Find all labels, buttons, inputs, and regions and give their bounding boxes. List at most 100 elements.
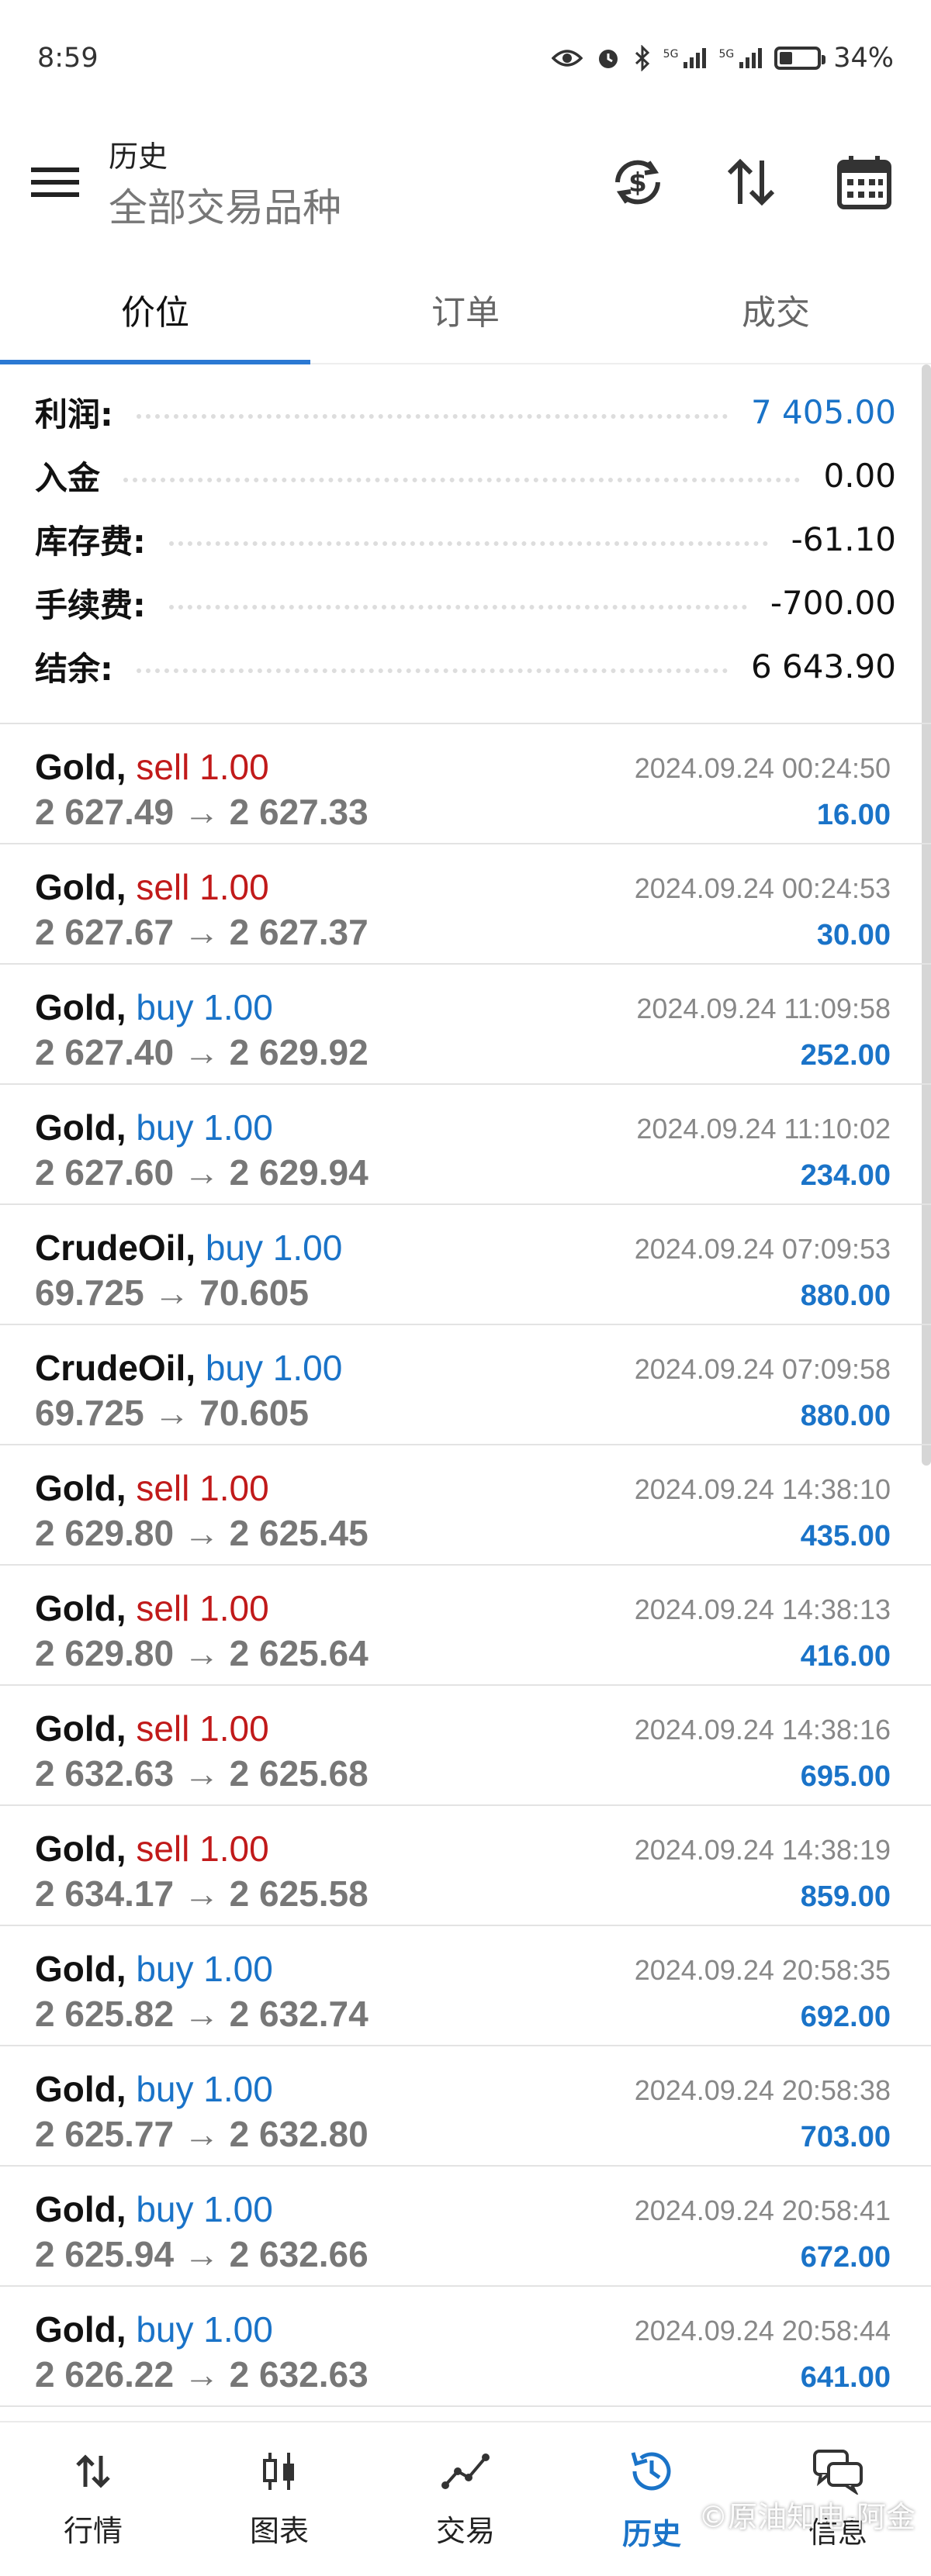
trade-time: 2024.09.24 07:09:53	[634, 1233, 891, 1265]
currency-refresh-icon[interactable]: $	[608, 153, 667, 212]
trade-symbol: Gold,	[35, 747, 126, 787]
status-bar: 8:59 5G 5G 34%	[0, 0, 931, 116]
trade-header: Gold, buy 1.00	[35, 1107, 273, 1148]
trade-time: 2024.09.24 14:38:19	[634, 1834, 891, 1866]
trade-time: 2024.09.24 00:24:50	[634, 752, 891, 784]
trade-header: Gold, sell 1.00	[35, 1828, 269, 1870]
trade-profit: 641.00	[800, 2361, 891, 2394]
summary-section: 利润: 7 405.00 入金 0.00 库存费: -61.10 手续费: -7…	[0, 380, 931, 698]
trade-row[interactable]: CrudeOil, buy 1.00 69.725 → 70.605 2024.09…	[0, 1205, 931, 1325]
summary-label: 入金	[35, 458, 101, 497]
trade-profit: 703.00	[800, 2121, 891, 2153]
trade-row[interactable]: Gold, sell 1.00 2 632.63 → 2 625.68 2024.0…	[0, 1686, 931, 1806]
page-title: 历史	[109, 139, 168, 174]
trade-volume: 1.00	[203, 2189, 273, 2229]
trade-row[interactable]: Gold, sell 1.00 2 627.49 → 2 627.33 2024.0…	[0, 724, 931, 844]
nav-label: 交易	[435, 2513, 495, 2548]
trade-direction: buy	[136, 1107, 194, 1148]
trade-row[interactable]: Gold, sell 1.00 2 629.80 → 2 625.45 2024.0…	[0, 1445, 931, 1566]
trade-direction: buy	[205, 1348, 263, 1388]
trade-row[interactable]: Gold, buy 1.00 2 625.77 → 2 632.80 2024.09…	[0, 2046, 931, 2167]
trade-row[interactable]: Gold, buy 1.00 2 625.82 → 2 632.74 2024.09…	[0, 1926, 931, 2046]
battery-level: 34%	[833, 43, 894, 74]
trade-icon	[441, 2450, 490, 2496]
trade-volume: 1.00	[199, 1708, 269, 1749]
trade-row[interactable]: Gold, sell 1.00 2 634.17 → 2 625.58 2024.0…	[0, 1806, 931, 1926]
trade-row[interactable]: Gold, buy 1.00 2 627.40 → 2 629.92 2024.09…	[0, 965, 931, 1085]
summary-value: 0.00	[823, 456, 896, 495]
trade-volume: 1.00	[199, 747, 269, 787]
trade-profit: 859.00	[800, 1880, 891, 1913]
trade-prices: 2 627.60 → 2 629.94	[35, 1152, 369, 1193]
trade-prices: 2 627.49 → 2 627.33	[35, 792, 369, 832]
nav-chart[interactable]: 图表	[186, 2422, 372, 2576]
trade-row[interactable]: CrudeOil, buy 1.00 69.725 → 70.605 2024.09…	[0, 1325, 931, 1445]
trade-time: 2024.09.24 11:09:58	[636, 993, 891, 1024]
dot-leader	[168, 541, 768, 546]
trade-prices: 2 625.94 → 2 632.66	[35, 2234, 369, 2274]
trade-volume: 1.00	[203, 2069, 273, 2109]
trade-symbol: Gold,	[35, 1828, 126, 1869]
tab-deals[interactable]: 成交	[621, 256, 931, 363]
trade-volume: 1.00	[203, 987, 273, 1027]
trade-row[interactable]: Gold, buy 1.00 2 627.60 → 2 629.94 2024.09…	[0, 1085, 931, 1205]
trade-direction: sell	[136, 747, 190, 787]
nav-quotes[interactable]: 行情	[0, 2422, 186, 2576]
tab-positions[interactable]: 价位	[0, 256, 310, 364]
summary-label: 利润:	[35, 395, 113, 433]
trade-row[interactable]: Gold, buy 1.00 2 626.22 → 2 632.63 2024.09…	[0, 2287, 931, 2407]
trade-symbol: Gold,	[35, 987, 126, 1027]
symbol-filter[interactable]: 全部交易品种	[109, 177, 608, 233]
trade-symbol: Gold,	[35, 1468, 126, 1508]
trade-header: Gold, buy 1.00	[35, 2308, 273, 2350]
trade-row[interactable]: Gold, sell 1.00 2 627.67 → 2 627.37 2024.0…	[0, 844, 931, 965]
trade-direction: sell	[136, 1588, 190, 1628]
summary-value: -700.00	[770, 583, 896, 622]
trade-direction: buy	[136, 2309, 194, 2350]
trade-time: 2024.09.24 14:38:10	[634, 1473, 891, 1505]
summary-label: 库存费:	[35, 522, 146, 561]
trade-symbol: CrudeOil,	[35, 1228, 196, 1268]
trade-row[interactable]: Gold, buy 1.00 2 625.94 → 2 632.66 2024.09…	[0, 2167, 931, 2287]
trade-row[interactable]: Gold, sell 1.00 2 629.80 → 2 625.64 2024.0…	[0, 1566, 931, 1686]
header-titles[interactable]: 历史 全部交易品种	[109, 133, 608, 233]
trade-list: Gold, sell 1.00 2 627.49 → 2 627.33 2024.0…	[0, 723, 931, 2407]
messages-icon	[812, 2448, 864, 2498]
trade-symbol: CrudeOil,	[35, 1348, 196, 1388]
tab-orders[interactable]: 订单	[310, 256, 621, 363]
calendar-icon[interactable]	[835, 153, 894, 212]
trade-prices: 2 632.63 → 2 625.68	[35, 1753, 369, 1794]
history-icon	[627, 2447, 677, 2499]
signal-icon: 5G	[663, 48, 707, 68]
trade-prices: 2 629.80 → 2 625.64	[35, 1633, 369, 1673]
status-time: 8:59	[37, 43, 99, 74]
tab-bar: 价位 订单 成交	[0, 256, 931, 364]
trade-direction: buy	[136, 2069, 194, 2109]
trade-prices: 2 626.22 → 2 632.63	[35, 2354, 369, 2395]
watermark: ©原油知电-阿金	[698, 2500, 915, 2534]
sort-icon[interactable]	[722, 153, 780, 212]
trade-profit: 880.00	[800, 1400, 891, 1432]
trade-direction: sell	[136, 1468, 190, 1508]
trade-direction: sell	[136, 1708, 190, 1749]
nav-label: 图表	[249, 2513, 309, 2548]
trade-prices: 69.725 → 70.605	[35, 1393, 309, 1433]
nav-trade[interactable]: 交易	[372, 2422, 559, 2576]
summary-commission: 手续费: -700.00	[0, 571, 931, 634]
trade-direction: buy	[136, 1949, 194, 1989]
trade-symbol: Gold,	[35, 1107, 126, 1148]
trade-prices: 2 625.77 → 2 632.80	[35, 2114, 369, 2154]
dot-leader	[136, 414, 728, 419]
trade-header: Gold, buy 1.00	[35, 2068, 273, 2110]
trade-direction: buy	[136, 2189, 194, 2229]
summary-label: 结余:	[35, 649, 113, 688]
battery-icon	[774, 47, 826, 70]
trade-symbol: Gold,	[35, 2309, 126, 2350]
trade-profit: 30.00	[816, 919, 891, 951]
menu-icon[interactable]	[31, 159, 85, 205]
summary-deposit: 入金 0.00	[0, 444, 931, 507]
trade-header: Gold, sell 1.00	[35, 1708, 269, 1749]
trade-time: 2024.09.24 14:38:13	[634, 1594, 891, 1625]
summary-value: 7 405.00	[750, 392, 896, 431]
summary-swap: 库存费: -61.10	[0, 507, 931, 571]
